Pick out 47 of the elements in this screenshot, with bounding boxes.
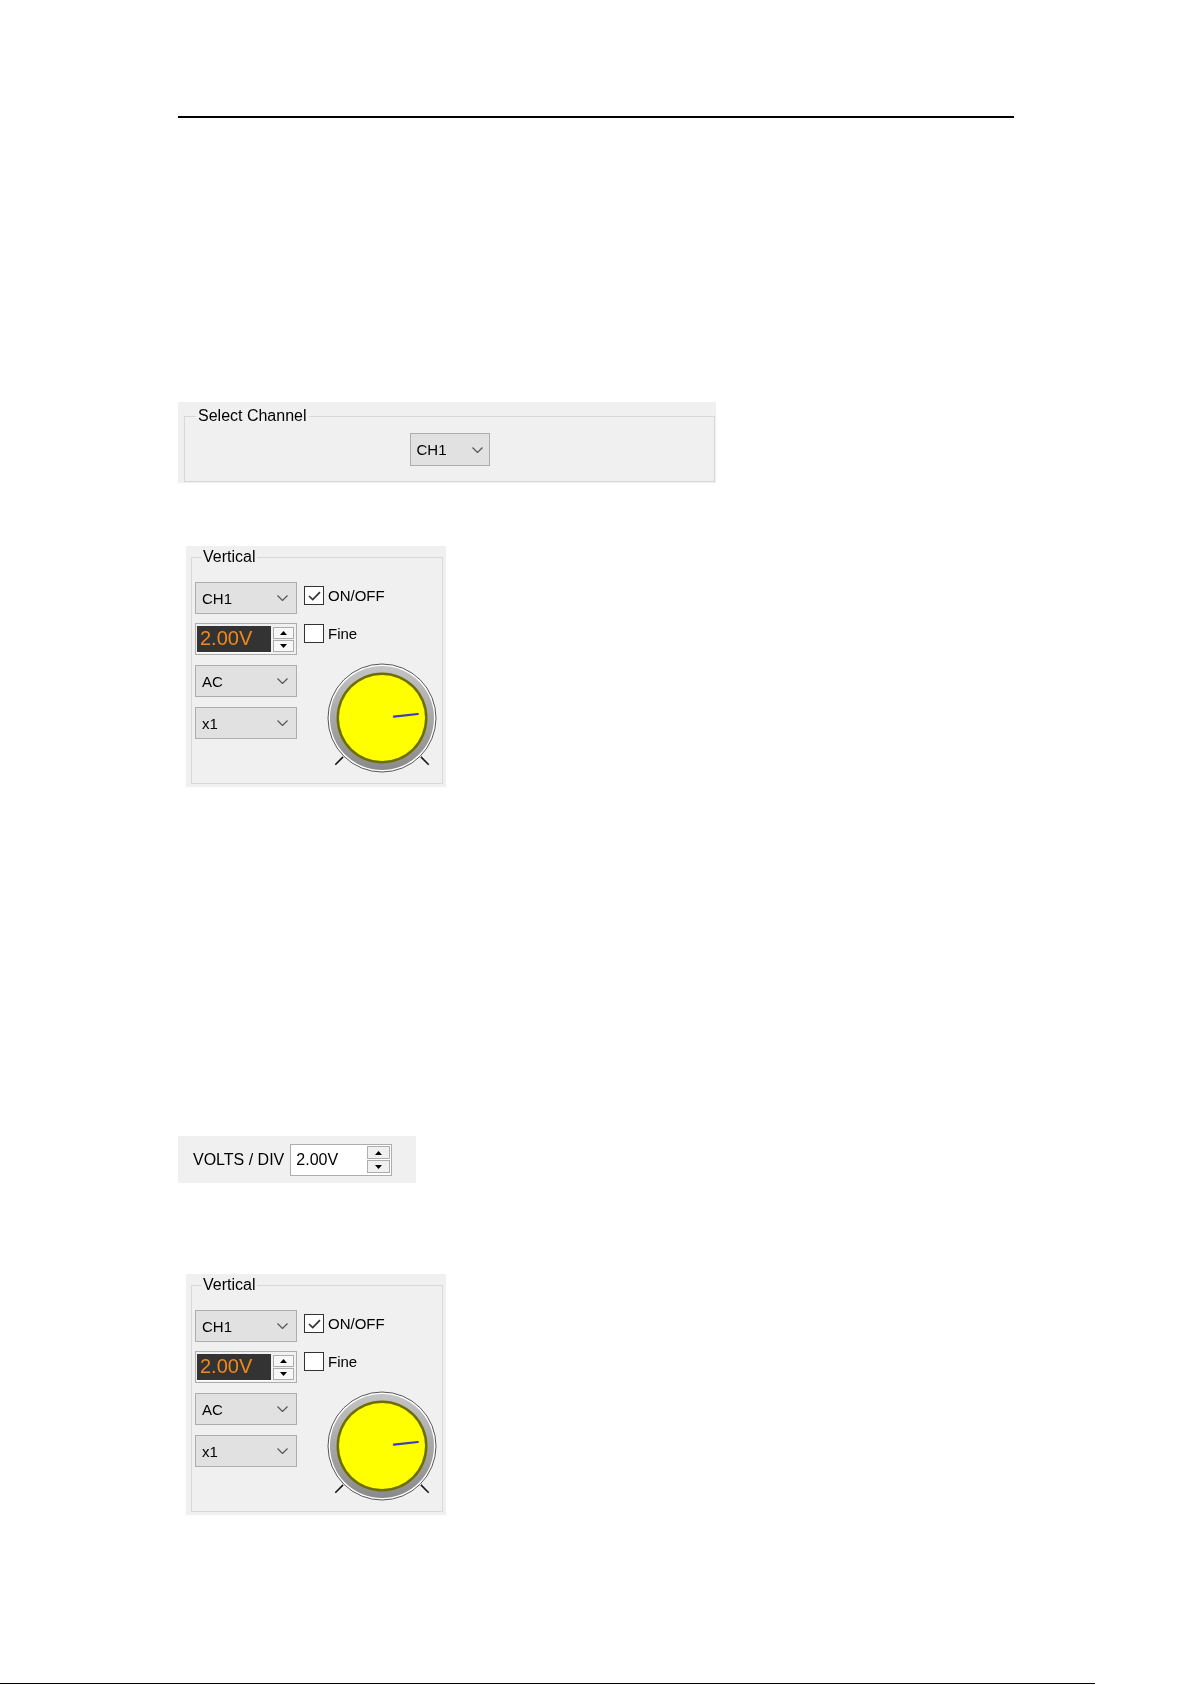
checkbox-label: Fine bbox=[328, 1354, 358, 1369]
chevron-down-icon bbox=[277, 1323, 288, 1329]
triangle-up-icon bbox=[280, 1358, 287, 1363]
rotary-knob[interactable] bbox=[326, 662, 438, 774]
spin-up-button[interactable] bbox=[367, 1146, 391, 1159]
spin-down-button[interactable] bbox=[367, 1160, 391, 1173]
triangle-up-icon bbox=[280, 630, 287, 635]
value-field[interactable]: 2.00V bbox=[197, 625, 271, 653]
checkmark-icon bbox=[307, 590, 321, 601]
triangle-down-icon bbox=[375, 1164, 383, 1169]
spin-down-button[interactable] bbox=[273, 639, 294, 652]
checkbox[interactable] bbox=[304, 624, 324, 643]
coupling-dropdown[interactable]: AC bbox=[195, 665, 297, 697]
checkbox[interactable] bbox=[304, 1314, 324, 1333]
checkmark-icon bbox=[307, 1318, 321, 1329]
spin-control[interactable]: 2.00V bbox=[195, 1351, 297, 1383]
checkbox-label: Fine bbox=[328, 626, 358, 641]
spin-up-button[interactable] bbox=[273, 626, 294, 639]
checkbox-label: ON/OFF bbox=[328, 1316, 385, 1331]
triangle-down-icon bbox=[280, 643, 287, 648]
chevron-down-icon bbox=[277, 1448, 288, 1454]
chevron-down-icon bbox=[277, 1406, 288, 1412]
volts-div-label: VOLTS / DIV bbox=[193, 1151, 285, 1168]
group-title: Vertical bbox=[202, 548, 257, 566]
checkbox[interactable] bbox=[304, 586, 324, 605]
coupling-dropdown[interactable]: AC bbox=[195, 1393, 297, 1425]
chevron-down-icon bbox=[277, 678, 288, 684]
spin-control[interactable]: 2.00V bbox=[195, 623, 297, 655]
rotary-knob[interactable] bbox=[326, 1390, 438, 1502]
channel-dropdown[interactable]: CH1 bbox=[195, 1310, 297, 1342]
spin-control[interactable]: 2.00V bbox=[290, 1143, 393, 1176]
value-field[interactable]: 2.00V bbox=[197, 1353, 271, 1381]
checkbox[interactable] bbox=[304, 1352, 324, 1371]
spin-down-button[interactable] bbox=[273, 1367, 294, 1380]
probe-dropdown[interactable]: x1 bbox=[195, 1435, 297, 1467]
group-title: Select Channel bbox=[197, 407, 308, 425]
spin-up-button[interactable] bbox=[273, 1354, 294, 1367]
channel-dropdown[interactable]: CH1 bbox=[409, 433, 490, 466]
channel-dropdown[interactable]: CH1 bbox=[195, 582, 297, 614]
probe-dropdown[interactable]: x1 bbox=[195, 707, 297, 739]
chevron-down-icon bbox=[471, 446, 483, 453]
chevron-down-icon bbox=[277, 720, 288, 726]
group-title: Vertical bbox=[202, 1276, 257, 1294]
chevron-down-icon bbox=[277, 595, 288, 601]
triangle-down-icon bbox=[280, 1371, 287, 1376]
checkbox-label: ON/OFF bbox=[328, 588, 385, 603]
triangle-up-icon bbox=[375, 1150, 383, 1155]
